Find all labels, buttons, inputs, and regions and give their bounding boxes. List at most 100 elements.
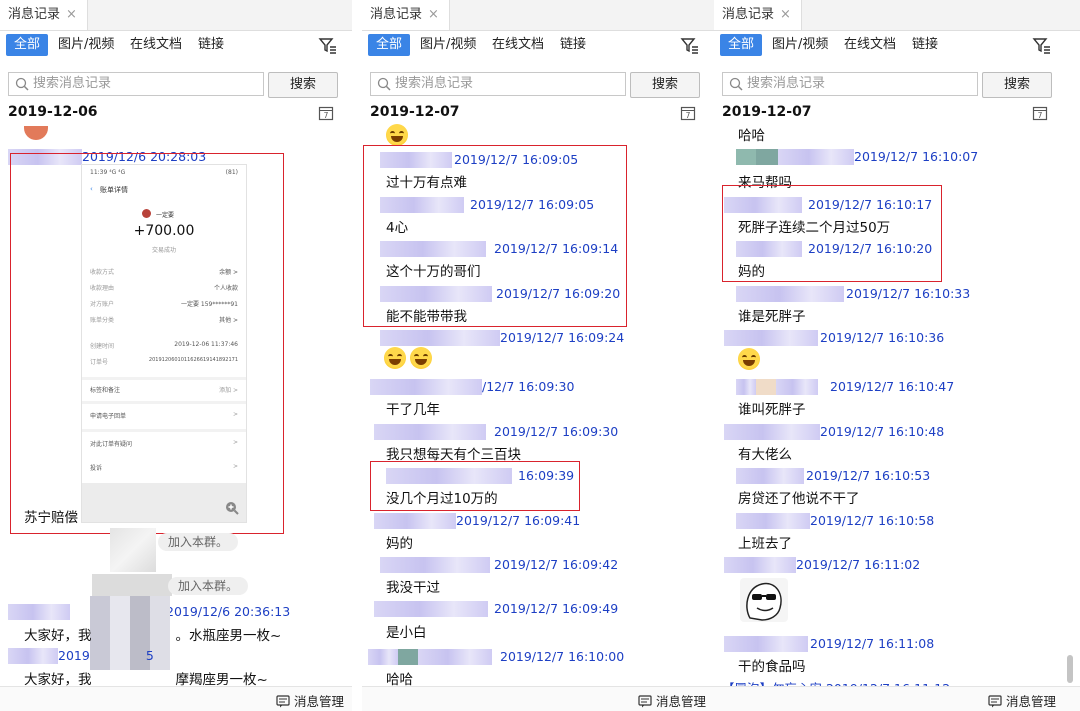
redacted-name (8, 603, 70, 620)
tab-bar: 消息记录 × (0, 0, 352, 31)
filter-all[interactable]: 全部 (720, 34, 763, 56)
search-icon (377, 77, 391, 91)
scrollbar-thumb[interactable] (1067, 655, 1073, 683)
message-text: 大家好，我 摩羯座男一枚~ (24, 672, 268, 688)
close-icon[interactable]: × (428, 7, 439, 22)
message-meta: 2019/12/7 16:11:08 (724, 633, 934, 652)
redacted-name (8, 647, 58, 664)
tab-message-history[interactable]: 消息记录 × (362, 0, 450, 30)
emoji-laugh-icon (386, 124, 412, 146)
message-meta: 2019/12/7 16:09:42 (380, 554, 618, 573)
filter-funnel-icon[interactable] (318, 36, 338, 56)
filter-all[interactable]: 全部 (6, 34, 49, 56)
emoji-laugh-icon (738, 348, 764, 370)
message-meta: 2019/12/7 16:10:07 (736, 146, 978, 165)
message-text: 妈的 (386, 536, 413, 552)
highlight-box (722, 185, 942, 282)
search-input[interactable]: 搜索消息记录 (722, 72, 978, 96)
message-meta: 2019/12/7 16:10:53 (736, 465, 930, 484)
message-meta: 2019/12/7 16:09:30 (374, 421, 618, 440)
message-text: 有大佬么 (738, 447, 792, 463)
message-meta: 2019/12/7 16:09:41 (374, 510, 580, 529)
message-text: 大家好，我 。水瓶座男一枚~ (24, 628, 282, 644)
message-icon (638, 695, 652, 708)
search-input[interactable]: 搜索消息记录 (8, 72, 264, 96)
system-message: 加入本群。 (158, 531, 239, 551)
filter-docs[interactable]: 在线文档 (130, 34, 182, 56)
date-header: 2019-12-06 7 (0, 104, 352, 126)
meme-sticker-image[interactable] (740, 578, 788, 622)
filter-media[interactable]: 图片/视频 (772, 34, 828, 56)
tab-message-history[interactable]: 消息记录 × (714, 0, 802, 30)
message-meta: 2019/12/7 16:10:47 (736, 376, 954, 395)
search-placeholder: 搜索消息记录 (33, 76, 112, 91)
search-row: 搜索消息记录 搜索 (362, 72, 714, 98)
message-meta: 2019/12/7 16:10:00 (368, 646, 624, 665)
message-text: 我只想每天有个三百块 (386, 447, 521, 463)
filter-funnel-icon[interactable] (680, 36, 700, 56)
tab-message-history[interactable]: 消息记录 × (0, 0, 88, 30)
tab-label: 消息记录 (370, 7, 423, 22)
highlight-box (363, 145, 627, 327)
calendar-icon[interactable]: 7 (1032, 105, 1048, 121)
date-label: 2019-12-06 (8, 104, 98, 120)
message-meta: 2019/12/7 16:11:02 (724, 554, 920, 573)
message-text: 房贷还了他说不干了 (738, 491, 860, 507)
filter-docs[interactable]: 在线文档 (844, 34, 896, 56)
redacted-block (110, 528, 156, 572)
filter-bar: 全部 图片/视频 在线文档 链接 (362, 34, 714, 58)
redacted-block (92, 574, 172, 596)
message-meta: 2019/12/7 16:10:36 (724, 327, 944, 346)
message-text: 谁叫死胖子 (738, 402, 806, 418)
filter-all[interactable]: 全部 (368, 34, 411, 56)
filter-links[interactable]: 链接 (560, 34, 586, 56)
filter-funnel-icon[interactable] (1032, 36, 1052, 56)
svg-text:7: 7 (686, 111, 691, 120)
message-text: 哈哈 (386, 672, 413, 688)
search-button[interactable]: 搜索 (268, 72, 338, 98)
tab-bar: 消息记录 × (362, 0, 714, 31)
footer-bar: 消息管理 (362, 686, 714, 711)
tab-label: 消息记录 (722, 7, 775, 22)
message-management-button[interactable]: 消息管理 (638, 691, 706, 710)
close-icon[interactable]: × (780, 7, 791, 22)
message-meta: 2019/12/7 16:10:58 (736, 510, 934, 529)
date-label: 2019-12-07 (370, 104, 460, 120)
filter-links[interactable]: 链接 (198, 34, 224, 56)
date-label: 2019-12-07 (722, 104, 812, 120)
filter-media[interactable]: 图片/视频 (58, 34, 114, 56)
message-text: 谁是死胖子 (738, 309, 806, 325)
message-meta: 2019/12/7 16:09:24 (380, 327, 624, 346)
filter-links[interactable]: 链接 (912, 34, 938, 56)
message-management-button[interactable]: 消息管理 (988, 691, 1056, 710)
search-button[interactable]: 搜索 (982, 72, 1052, 98)
message-meta: /12/7 16:09:30 (370, 376, 574, 395)
calendar-icon[interactable]: 7 (318, 105, 334, 121)
filter-bar: 全部 图片/视频 在线文档 链接 (0, 34, 352, 58)
message-text: 干了几年 (386, 402, 440, 418)
calendar-icon[interactable]: 7 (680, 105, 696, 121)
sunglasses-meme-icon (746, 582, 782, 621)
close-icon[interactable]: × (66, 7, 77, 22)
message-text: 干的食品吗 (738, 659, 806, 675)
message-icon (988, 695, 1002, 708)
message-meta: 2019/12/7 16:09:49 (374, 598, 618, 617)
message-meta: 2019/12/7 16:10:33 (736, 283, 970, 302)
svg-text:7: 7 (324, 111, 329, 120)
message-management-button[interactable]: 消息管理 (276, 691, 344, 710)
search-button[interactable]: 搜索 (630, 72, 700, 98)
search-icon (15, 77, 29, 91)
date-header: 2019-12-07 7 (714, 104, 1080, 126)
message-meta: 2019 5 (8, 645, 154, 664)
search-placeholder: 搜索消息记录 (747, 76, 826, 91)
chat-history-panel-2: 消息记录 × 全部 图片/视频 在线文档 链接 搜索消息记录 搜索 2019-12… (362, 0, 714, 711)
tab-label: 消息记录 (8, 7, 61, 22)
search-input[interactable]: 搜索消息记录 (370, 72, 626, 96)
chat-history-panel-3: 消息记录 × 全部 图片/视频 在线文档 链接 搜索消息记录 搜索 2019-12… (714, 0, 1080, 711)
message-meta: 2019/12/7 16:10:48 (724, 421, 944, 440)
date-header: 2019-12-07 7 (362, 104, 714, 126)
filter-docs[interactable]: 在线文档 (492, 34, 544, 56)
highlight-box (10, 153, 284, 534)
filter-media[interactable]: 图片/视频 (420, 34, 476, 56)
tab-bar: 消息记录 × (714, 0, 1080, 31)
